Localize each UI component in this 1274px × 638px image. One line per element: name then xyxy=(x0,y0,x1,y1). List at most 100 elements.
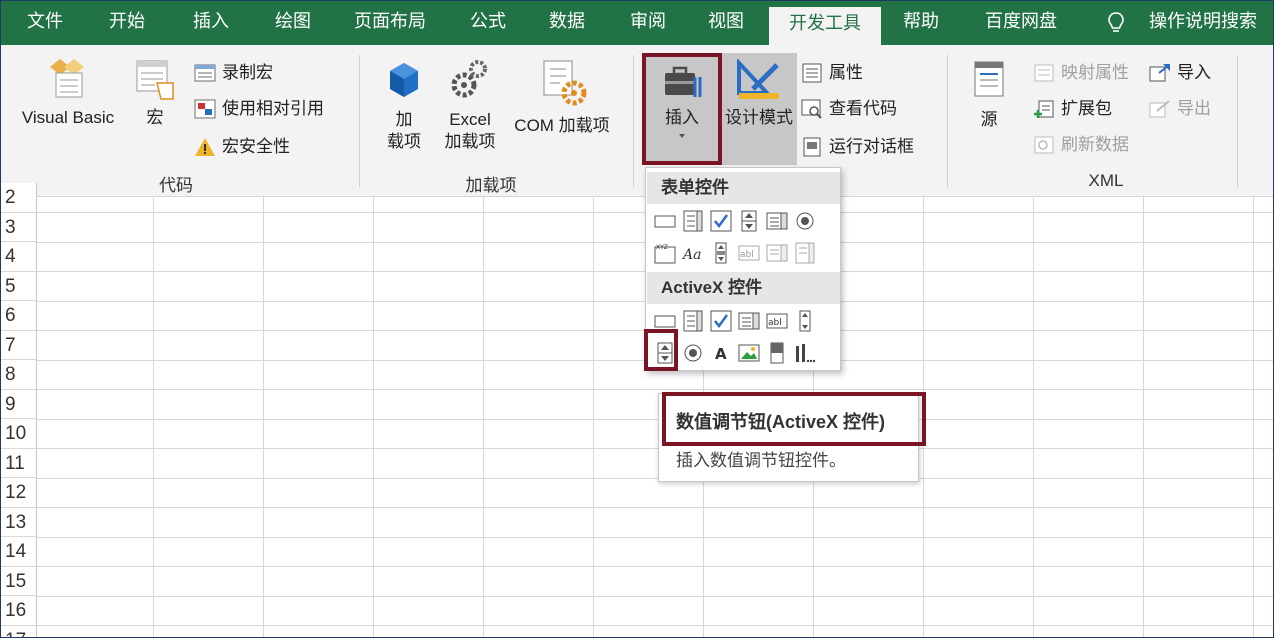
row-header[interactable]: 11 xyxy=(1,448,37,478)
activex-combo-box-icon[interactable] xyxy=(682,310,704,332)
row-header[interactable]: 5 xyxy=(1,271,37,301)
tell-me-search[interactable]: 操作说明搜索 xyxy=(1141,1,1265,45)
import-label: 导入 xyxy=(1177,63,1211,82)
visual-basic-icon xyxy=(50,59,84,98)
addins-button[interactable]: 加 载项 xyxy=(381,59,427,153)
group-separator xyxy=(359,55,360,187)
record-macro-button[interactable]: 录制宏 xyxy=(194,59,334,87)
row-header[interactable]: 7 xyxy=(1,330,37,360)
tab-draw[interactable]: 绘图 xyxy=(263,1,323,45)
more-controls-icon[interactable] xyxy=(794,342,816,364)
activex-spin-button-icon[interactable] xyxy=(654,342,676,364)
tab-data[interactable]: 数据 xyxy=(537,1,597,45)
warning-icon xyxy=(195,138,215,156)
row-header[interactable]: 2 xyxy=(1,183,37,213)
row-header[interactable]: 13 xyxy=(1,507,37,537)
addins-cube-icon xyxy=(390,63,418,97)
row-header[interactable]: 16 xyxy=(1,596,37,626)
com-addins-label: COM 加载项 xyxy=(514,116,610,135)
activex-text-box-icon[interactable]: abl xyxy=(766,310,788,332)
com-addins-button[interactable]: COM 加载项 xyxy=(505,57,619,137)
activex-toggle-button-icon[interactable] xyxy=(766,342,788,364)
record-macro-icon xyxy=(194,64,216,82)
row-header[interactable]: 10 xyxy=(1,419,37,449)
tooltip-title: 数值调节钮(ActiveX 控件) xyxy=(676,412,886,432)
svg-text:abl: abl xyxy=(768,318,782,328)
macro-security-button[interactable]: 宏安全性 xyxy=(194,133,314,161)
properties-label: 属性 xyxy=(829,63,863,82)
column-gridline xyxy=(1253,197,1254,637)
command-button-control-icon[interactable] xyxy=(654,310,676,332)
tab-home[interactable]: 开始 xyxy=(97,1,157,45)
row-header[interactable]: 17 xyxy=(1,625,37,637)
row-header[interactable]: 9 xyxy=(1,389,37,419)
export-icon xyxy=(1149,100,1170,118)
text-field-control-icon[interactable]: abl xyxy=(738,242,760,264)
use-relative-references-button[interactable]: 使用相对引用 xyxy=(194,95,344,123)
tab-insert[interactable]: 插入 xyxy=(181,1,241,45)
visual-basic-button[interactable]: Visual Basic xyxy=(13,55,123,129)
spin-button-control-icon[interactable] xyxy=(738,210,760,232)
relative-references-label: 使用相对引用 xyxy=(222,99,324,118)
tab-baidu-netdisk[interactable]: 百度网盘 xyxy=(973,1,1069,45)
lightbulb-icon[interactable] xyxy=(1106,11,1126,35)
properties-button[interactable]: 属性 xyxy=(801,59,901,87)
combo-list-edit-control-icon[interactable] xyxy=(766,242,788,264)
row-header[interactable]: 3 xyxy=(1,212,37,242)
group-label-xml: XML xyxy=(1088,171,1124,190)
toolbox-icon xyxy=(665,66,702,97)
tab-developer[interactable]: 开发工具 xyxy=(769,7,881,45)
activex-checkbox-icon[interactable] xyxy=(710,310,732,332)
design-mode-button[interactable]: 设计模式 xyxy=(721,53,797,165)
activex-image-icon[interactable] xyxy=(738,342,760,364)
combo-dropdown-edit-control-icon[interactable] xyxy=(794,242,816,264)
scroll-bar-control-icon[interactable] xyxy=(710,242,732,264)
row-header[interactable]: 8 xyxy=(1,360,37,390)
row-header[interactable]: 15 xyxy=(1,566,37,596)
xml-import-button[interactable]: 导入 xyxy=(1149,59,1229,87)
macro-security-label: 宏安全性 xyxy=(222,137,290,156)
label-control-icon[interactable]: Aa xyxy=(682,242,704,264)
activex-scroll-bar-icon[interactable] xyxy=(794,310,816,332)
view-code-button[interactable]: 查看代码 xyxy=(801,95,931,123)
tab-help[interactable]: 帮助 xyxy=(891,1,951,45)
run-dialog-button[interactable]: 运行对话框 xyxy=(801,133,941,161)
expansion-packs-button[interactable]: 扩展包 xyxy=(1033,95,1133,123)
design-mode-icon xyxy=(737,59,779,99)
checkbox-control-icon[interactable] xyxy=(710,210,732,232)
insert-controls-button[interactable]: 插入 xyxy=(645,53,719,165)
group-box-control-icon[interactable]: XYZ xyxy=(654,242,676,264)
activex-option-button-icon[interactable] xyxy=(682,342,704,364)
tab-file[interactable]: 文件 xyxy=(15,1,75,45)
worksheet-grid[interactable]: 2 3 4 5 6 7 8 9 10 11 12 13 14 15 16 17 xyxy=(1,183,1273,637)
activex-list-box-icon[interactable] xyxy=(738,310,760,332)
activex-controls-header: ActiveX 控件 xyxy=(647,272,840,304)
xml-source-button[interactable]: 源 xyxy=(963,59,1015,131)
row-header[interactable]: 6 xyxy=(1,301,37,331)
tab-view[interactable]: 视图 xyxy=(696,1,756,45)
svg-text:A: A xyxy=(715,345,727,363)
row-header[interactable]: 12 xyxy=(1,478,37,508)
tab-formulas[interactable]: 公式 xyxy=(458,1,518,45)
option-button-control-icon[interactable] xyxy=(794,210,816,232)
activex-label-icon[interactable]: A xyxy=(710,342,732,364)
combo-box-control-icon[interactable] xyxy=(682,210,704,232)
run-dialog-icon xyxy=(803,137,821,157)
row-header[interactable]: 4 xyxy=(1,242,37,272)
com-addins-icon xyxy=(543,60,587,106)
macros-button[interactable]: 宏 xyxy=(129,55,181,129)
map-properties-label: 映射属性 xyxy=(1061,63,1129,82)
tab-review[interactable]: 审阅 xyxy=(618,1,678,45)
design-mode-label: 设计模式 xyxy=(725,108,793,127)
insert-label: 插入 xyxy=(665,108,699,127)
list-box-control-icon[interactable] xyxy=(766,210,788,232)
column-gridline xyxy=(483,197,484,637)
svg-text:XYZ: XYZ xyxy=(656,244,668,251)
excel-addins-button[interactable]: Excel 加载项 xyxy=(439,57,501,153)
xml-source-label: 源 xyxy=(980,110,998,129)
row-header[interactable]: 14 xyxy=(1,537,37,567)
tab-page-layout[interactable]: 页面布局 xyxy=(345,1,435,45)
button-control-icon[interactable] xyxy=(654,210,676,232)
xml-source-icon xyxy=(974,61,1004,97)
column-gridline xyxy=(1143,197,1144,637)
